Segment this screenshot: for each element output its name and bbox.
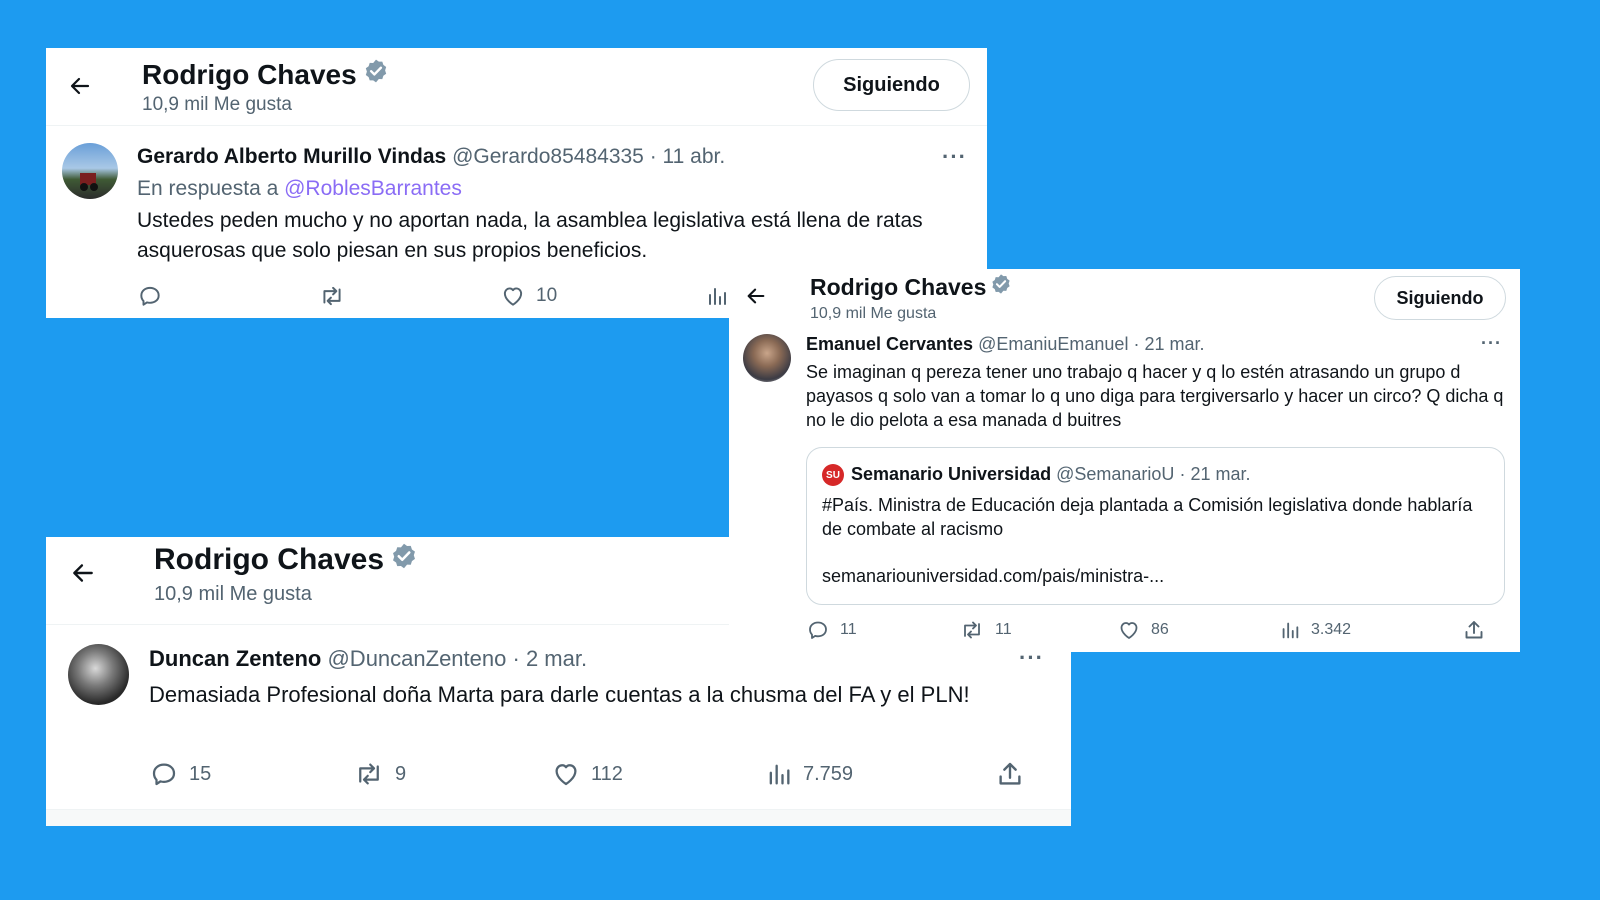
reply-count: 11 [840, 621, 857, 638]
like-count: 112 [591, 762, 623, 785]
profile-header: Rodrigo Chaves 10,9 mil Me gusta Siguien… [729, 269, 1520, 327]
quote-date: 21 mar. [1190, 464, 1251, 484]
more-icon[interactable]: ··· [942, 144, 967, 170]
views-icon [769, 764, 790, 785]
bottom-divider [46, 809, 1071, 826]
quote-link[interactable]: semanariouniversidad.com/pais/ministra-.… [822, 566, 1164, 587]
reply-action[interactable] [137, 283, 163, 309]
verified-badge-icon [363, 58, 389, 91]
separator-dot: · [649, 145, 657, 168]
profile-name-text: Rodrigo Chaves [154, 543, 385, 576]
quoted-tweet[interactable]: SU Semanario Universidad @SemanarioU · 2… [806, 447, 1505, 605]
share-icon [1465, 621, 1483, 639]
views-count: 7.759 [803, 762, 854, 785]
reply-count: 15 [189, 762, 212, 785]
like-icon [555, 764, 577, 786]
like-icon [503, 287, 523, 306]
views-count: 3.342 [1311, 621, 1352, 638]
reply-icon [140, 286, 160, 306]
retweet-action[interactable] [318, 283, 346, 309]
views-icon [1282, 622, 1299, 639]
user-handle[interactable]: @Gerardo85484335 [452, 145, 644, 169]
like-count: 10 [536, 285, 558, 306]
tweet-text: Demasiada Profesional doña Marta para da… [149, 682, 970, 707]
verified-badge-icon [390, 542, 418, 578]
user-name[interactable]: Emanuel Cervantes [806, 334, 973, 355]
profile-name-text: Rodrigo Chaves [142, 58, 357, 90]
share-icon [999, 762, 1021, 785]
reply-action[interactable]: 11 [806, 618, 857, 642]
back-arrow-icon[interactable] [62, 68, 98, 104]
user-handle[interactable]: @EmaniuEmanuel [978, 334, 1128, 355]
following-button[interactable]: Siguiendo [813, 59, 970, 111]
verified-badge-icon [990, 273, 1012, 301]
profile-likes-count: 10,9 mil Me gusta [154, 583, 312, 605]
avatar[interactable] [743, 334, 791, 382]
retweet-count: 11 [995, 621, 1012, 638]
user-name[interactable]: Duncan Zenteno [149, 646, 321, 672]
like-count: 86 [1151, 621, 1169, 638]
more-icon[interactable]: ··· [1481, 333, 1502, 354]
retweet-action[interactable]: 9 [353, 759, 406, 789]
reply-icon [152, 763, 176, 786]
quote-meta: Semanario Universidad @SemanarioU · 21 m… [851, 464, 1250, 485]
retweet-icon [323, 286, 341, 306]
quote-user-handle: @SemanarioU [1056, 464, 1175, 484]
profile-header: Rodrigo Chaves 10,9 mil Me gusta Siguien… [46, 48, 987, 126]
like-action[interactable]: 10 [500, 283, 557, 309]
tweet-meta: Duncan Zenteno @DuncanZenteno · 2 mar. [149, 646, 587, 672]
following-button[interactable]: Siguiendo [1374, 276, 1506, 320]
share-action[interactable] [1462, 618, 1486, 642]
user-name[interactable]: Gerardo Alberto Murillo Vindas [137, 145, 446, 169]
tweet-date[interactable]: 21 mar. [1144, 334, 1204, 355]
views-action[interactable]: 7.759 [765, 759, 853, 789]
profile-likes-count: 10,9 mil Me gusta [810, 305, 937, 322]
reply-mention-link[interactable]: @RoblesBarrantes [284, 177, 462, 200]
reply-icon [809, 621, 827, 639]
like-action[interactable]: 86 [1117, 618, 1169, 642]
retweet-count: 9 [395, 762, 407, 785]
separator-dot: · [512, 646, 520, 671]
views-icon [709, 288, 726, 305]
tweet-text: Ustedes peden mucho y no aportan nada, l… [137, 209, 923, 262]
tweet-meta: Emanuel Cervantes @EmaniuEmanuel · 21 ma… [806, 334, 1205, 355]
avatar[interactable] [68, 644, 129, 705]
avatar[interactable] [62, 143, 118, 199]
like-icon [1120, 622, 1138, 639]
profile-likes-count: 10,9 mil Me gusta [142, 94, 292, 115]
tweet-meta: Gerardo Alberto Murillo Vindas @Gerardo8… [137, 145, 725, 169]
reply-action[interactable]: 15 [149, 759, 211, 789]
like-action[interactable]: 112 [551, 759, 623, 789]
back-arrow-icon[interactable] [65, 555, 101, 591]
separator-dot: · [1133, 334, 1140, 354]
reply-context: En respuesta a @RoblesBarrantes [137, 177, 462, 201]
reply-prefix: En respuesta a [137, 177, 279, 200]
share-action[interactable] [995, 759, 1025, 789]
quote-text: #País. Ministra de Educación deja planta… [822, 495, 1473, 539]
separator-dot: · [1179, 464, 1186, 484]
profile-name: Rodrigo Chaves [154, 542, 418, 578]
logo-text: SU [826, 469, 840, 481]
user-handle[interactable]: @DuncanZenteno [327, 646, 506, 672]
tweet-card-emanuel: Rodrigo Chaves 10,9 mil Me gusta Siguien… [729, 269, 1520, 652]
views-action[interactable]: 3.342 [1279, 618, 1351, 642]
retweet-action[interactable]: 11 [959, 618, 1012, 642]
retweet-icon [359, 763, 379, 785]
tweet-date[interactable]: 2 mar. [526, 646, 587, 672]
semanario-logo: SU [822, 464, 844, 486]
tweet-date[interactable]: 11 abr. [663, 145, 726, 169]
profile-name-text: Rodrigo Chaves [810, 273, 987, 300]
profile-name: Rodrigo Chaves [810, 273, 1012, 301]
quote-user-name: Semanario Universidad [851, 464, 1052, 484]
back-arrow-icon[interactable] [741, 281, 771, 311]
tweet-text: Se imaginan q pereza tener uno trabajo q… [806, 362, 1504, 430]
views-action[interactable] [705, 283, 729, 309]
profile-name: Rodrigo Chaves [142, 58, 389, 91]
retweet-icon [964, 621, 980, 639]
